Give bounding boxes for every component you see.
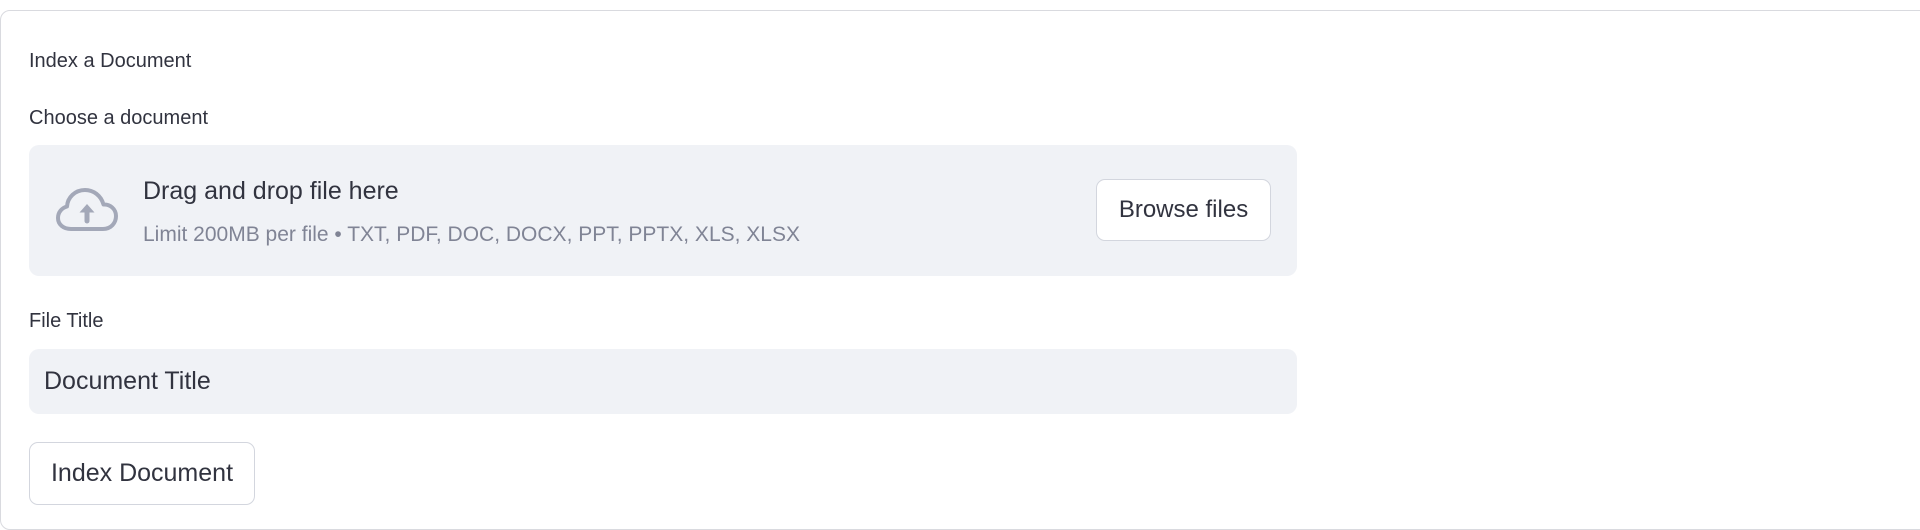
form-title: Index a Document <box>29 50 192 72</box>
file-dropzone[interactable]: Drag and drop file here Limit 200MB per … <box>29 145 1297 276</box>
drop-instruction-text: Drag and drop file here <box>143 177 399 205</box>
file-title-input[interactable] <box>29 349 1297 414</box>
choose-document-label: Choose a document <box>29 107 209 129</box>
browse-files-button[interactable]: Browse files <box>1096 179 1271 241</box>
file-title-label: File Title <box>29 310 104 332</box>
index-document-button[interactable]: Index Document <box>29 442 255 505</box>
cloud-upload-icon <box>55 187 119 235</box>
file-limit-text: Limit 200MB per file • TXT, PDF, DOC, DO… <box>143 223 800 246</box>
index-document-form: Index a Document Choose a document Drag … <box>0 10 1920 530</box>
